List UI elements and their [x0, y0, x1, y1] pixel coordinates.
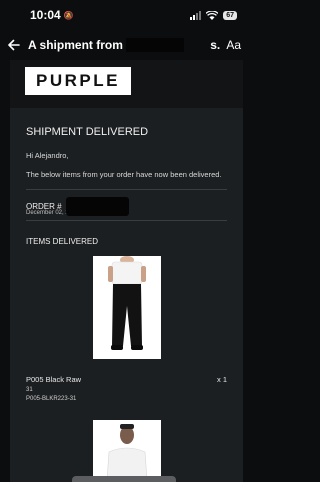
brand-logo: PURPLE [25, 67, 131, 95]
status-bar: 10:04 🔕 67 [0, 0, 249, 30]
mail-header: A shipment from ordes... Aa [0, 30, 249, 60]
logo-band: PURPLE [10, 60, 243, 108]
home-indicator [72, 476, 176, 482]
item-size: 31 [26, 387, 33, 393]
item-name: P005 Black Raw [26, 375, 82, 384]
signal-icon [190, 10, 202, 20]
email-body: PURPLE SHIPMENT DELIVERED Hi Alejandro, … [10, 60, 243, 482]
clock-time: 10:04 [30, 8, 61, 22]
redaction-block [65, 197, 129, 216]
battery-icon: 67 [223, 10, 237, 20]
email-subject: A shipment from ordes... [28, 38, 220, 52]
divider [26, 220, 227, 221]
status-indicators: 67 [190, 10, 237, 20]
clock: 10:04 🔕 [30, 8, 74, 22]
order-number-row: ORDER # [26, 197, 227, 216]
model-tshirt-figure [106, 424, 147, 481]
item-quantity: x 1 [216, 375, 227, 384]
item-row: P005 Black Raw x 1 [26, 375, 227, 384]
back-arrow-icon[interactable] [8, 39, 20, 51]
divider [26, 189, 227, 190]
silent-bell-icon: 🔕 [63, 10, 74, 20]
order-label: ORDER # [26, 202, 62, 211]
wifi-icon [206, 10, 219, 20]
model-jeans-figure [107, 256, 146, 350]
greeting: Hi Alejandro, [26, 151, 69, 160]
email-subject-suffix: s... [210, 38, 221, 52]
product-image[interactable] [92, 256, 161, 359]
text-size-button[interactable]: Aa [226, 38, 241, 52]
item-sku: P005-BLKR223-31 [26, 396, 77, 402]
product-image[interactable] [92, 420, 161, 481]
redaction-block [126, 38, 184, 52]
items-heading: ITEMS DELIVERED [26, 237, 99, 246]
intro-text: The below items from your order have now… [26, 170, 222, 179]
shipment-heading: SHIPMENT DELIVERED [26, 126, 149, 138]
